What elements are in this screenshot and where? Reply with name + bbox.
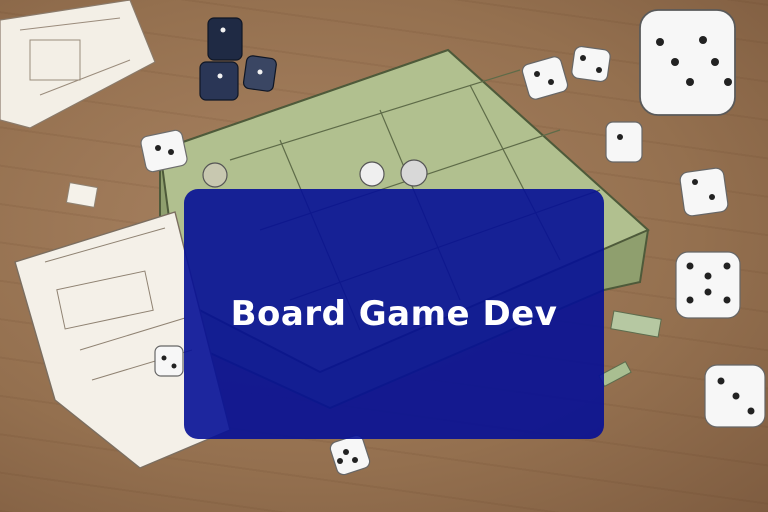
illustration-scene: Board Game Dev <box>0 0 768 512</box>
title-card: Board Game Dev <box>184 189 604 439</box>
small-card <box>65 182 99 208</box>
small-green-card <box>610 310 662 338</box>
card-title: Board Game Dev <box>230 294 558 334</box>
navy-dice <box>199 17 277 101</box>
white-die-card-edge <box>154 345 184 377</box>
white-die-bottom <box>329 434 371 476</box>
white-die-left <box>140 129 188 173</box>
sketch-sheet-top <box>0 0 156 129</box>
white-die-large <box>639 9 736 116</box>
